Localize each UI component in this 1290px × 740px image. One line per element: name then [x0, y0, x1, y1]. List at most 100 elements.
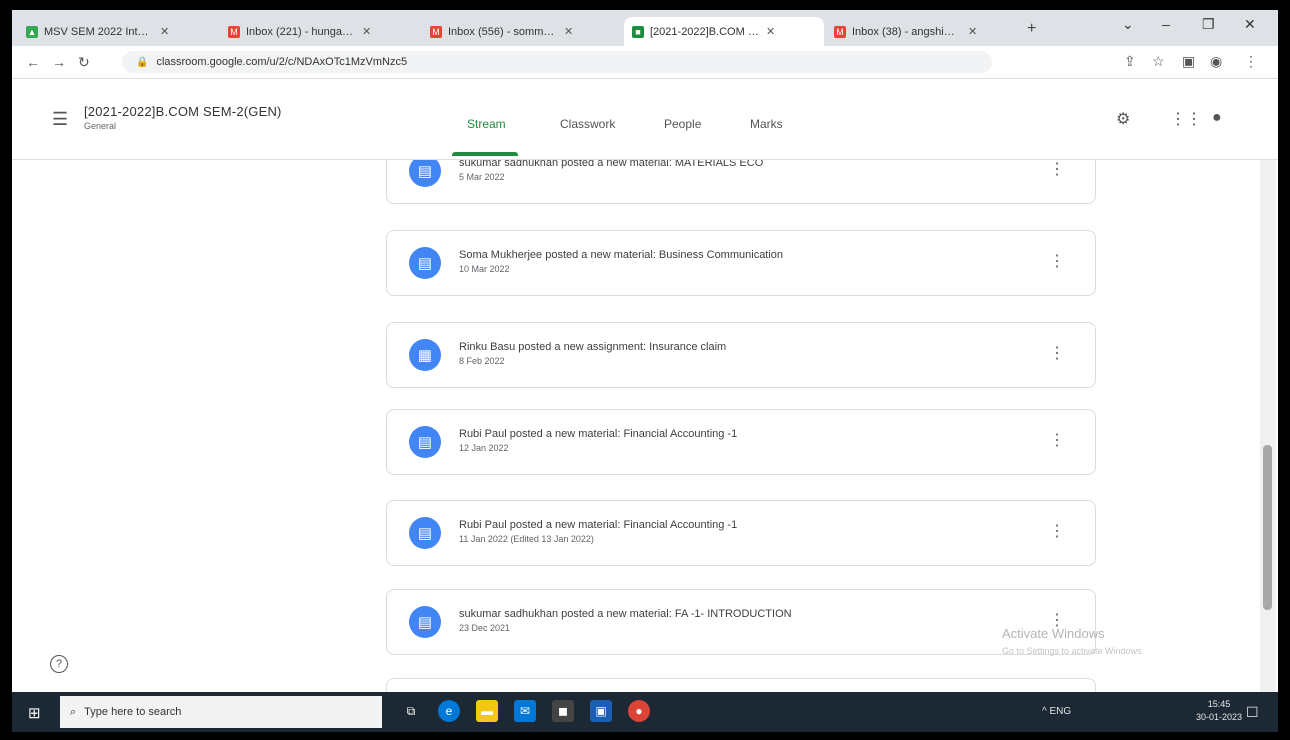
bookmark-star-icon[interactable]: ☆	[1152, 53, 1165, 70]
help-icon[interactable]: ?	[50, 655, 68, 673]
tab-title: Inbox (556) - sommasudh	[448, 25, 558, 38]
page-scrollbar[interactable]	[1260, 160, 1276, 692]
profile-icon[interactable]: ◉	[1210, 53, 1222, 70]
notification-icon[interactable]: ☐	[1246, 704, 1259, 721]
clock-date: 30-01-2023	[1196, 712, 1243, 722]
active-tab-indicator	[452, 152, 518, 156]
stream-item-date: 23 Dec 2021	[459, 623, 511, 633]
search-icon: ⌕	[70, 705, 77, 718]
close-icon[interactable]: ✕	[766, 25, 775, 38]
material-icon: ▤	[409, 517, 441, 549]
tab-title: Inbox (38) - angshi@classr	[852, 25, 962, 38]
tab-people[interactable]: People	[664, 117, 701, 131]
stream-item[interactable]: ▤ sukumar sadhukhan posted a new materia…	[386, 589, 1096, 655]
material-icon: ▤	[409, 426, 441, 458]
url-text: classroom.google.com/u/2/c/NDAxOTc1MzVmN…	[156, 56, 408, 68]
stream-item-date: 5 Mar 2022	[459, 172, 505, 182]
browser-tab-4-active[interactable]: ■ [2021-2022]B.COM SEM-2(G ✕	[624, 17, 824, 46]
drive-icon: ▲	[26, 25, 38, 38]
activate-windows-watermark: Activate Windows	[1002, 626, 1105, 641]
more-options-icon[interactable]: ⋮	[1049, 160, 1065, 179]
taskbar-search-box[interactable]: ⌕ Type here to search	[60, 696, 382, 728]
gmail-icon: M	[228, 25, 240, 38]
gmail-icon: M	[834, 25, 846, 38]
store-icon[interactable]: ◼	[552, 700, 574, 722]
close-window-icon[interactable]: ✕	[1244, 16, 1256, 33]
more-options-icon[interactable]: ⋮	[1049, 430, 1065, 450]
close-icon[interactable]: ✕	[564, 25, 573, 38]
windows-start-icon[interactable]: ⊞	[28, 704, 41, 722]
close-icon[interactable]: ✕	[160, 25, 169, 38]
share-icon[interactable]: ⇪	[1124, 53, 1136, 70]
stream-item[interactable]: ▤ Rubi Paul posted a new material: Finan…	[386, 500, 1096, 566]
stream-item-date: 11 Jan 2022 (Edited 13 Jan 2022)	[459, 534, 594, 544]
activate-windows-hint: Go to Settings to activate Windows.	[1002, 646, 1145, 656]
mail-icon[interactable]: ✉	[514, 700, 536, 722]
tab-marks[interactable]: Marks	[750, 117, 783, 131]
material-icon: ▤	[409, 606, 441, 638]
account-avatar-icon[interactable]: ●	[1212, 109, 1222, 127]
gmail-icon: M	[430, 25, 442, 38]
tab-title: [2021-2022]B.COM SEM-2(G	[650, 25, 760, 38]
new-tab-button[interactable]: +	[1027, 20, 1036, 38]
taskbar-clock[interactable]: 15:45 30-01-2023	[1196, 698, 1242, 724]
stream-item-title: Rinku Basu posted a new assignment: Insu…	[459, 341, 727, 353]
file-explorer-icon[interactable]: ▬	[476, 700, 498, 722]
back-icon[interactable]: ←	[26, 54, 40, 70]
extension-icon[interactable]: ▣	[1182, 53, 1195, 70]
tab-search-icon[interactable]: ⌄	[1122, 16, 1134, 33]
close-icon[interactable]: ✕	[362, 25, 371, 38]
search-placeholder: Type here to search	[84, 706, 182, 718]
windows-taskbar: ⊞ ⌕ Type here to search ⧉ e ▬ ✉ ◼ ▣ ● ^ …	[12, 692, 1278, 732]
apps-grid-icon[interactable]: ⋮⋮	[1170, 109, 1202, 129]
more-options-icon[interactable]: ⋮	[1049, 251, 1065, 271]
stream-item-date: 10 Mar 2022	[459, 264, 510, 274]
maximize-icon[interactable]: ❐	[1202, 16, 1215, 33]
stream-item-title: Rubi Paul posted a new material: Financi…	[459, 428, 738, 440]
more-options-icon[interactable]: ⋮	[1049, 343, 1065, 363]
browser-toolbar: ← → ↻ 🔒 classroom.google.com/u/2/c/NDAxO…	[12, 46, 1278, 79]
system-tray[interactable]: ^ ENG	[1042, 706, 1071, 717]
more-options-icon[interactable]: ⋮	[1049, 521, 1065, 541]
tab-title: MSV SEM 2022 Internal - T	[44, 25, 154, 38]
assignment-icon: ▦	[409, 339, 441, 371]
hamburger-menu-icon[interactable]: ☰	[52, 109, 68, 130]
stream-item-title: sukumar sadhukhan posted a new material:…	[459, 160, 764, 169]
settings-gear-icon[interactable]: ⚙	[1116, 109, 1130, 129]
material-icon: ▤	[409, 160, 441, 187]
classroom-header: ☰ [2021-2022]B.COM SEM-2(GEN) General St…	[12, 79, 1278, 160]
tab-stream[interactable]: Stream	[467, 117, 506, 131]
screen: ▲ MSV SEM 2022 Internal - T ✕ M Inbox (2…	[12, 10, 1278, 732]
forward-icon[interactable]: →	[52, 54, 66, 70]
stream-item[interactable]: ▦ Rinku Basu posted a new assignment: In…	[386, 322, 1096, 388]
clock-time: 15:45	[1207, 699, 1231, 709]
stream-item[interactable]: ▤ sukumar sadhukhan posted a new materia…	[386, 160, 1096, 204]
address-bar[interactable]: 🔒 classroom.google.com/u/2/c/NDAxOTc1MzV…	[122, 51, 992, 73]
course-section: General	[84, 121, 117, 131]
lock-icon: 🔒	[136, 56, 149, 68]
tab-classwork[interactable]: Classwork	[560, 117, 615, 131]
stream-feed: ▤ sukumar sadhukhan posted a new materia…	[12, 160, 1278, 692]
classroom-icon: ■	[632, 25, 644, 38]
stream-item-partial[interactable]: ▤	[386, 678, 1096, 692]
close-icon[interactable]: ✕	[968, 25, 977, 38]
browser-tab-5[interactable]: M Inbox (38) - angshi@classr ✕	[826, 17, 1022, 46]
browser-menu-icon[interactable]: ⋮	[1244, 53, 1258, 70]
tab-title: Inbox (221) - hungarik@classr	[246, 25, 356, 38]
stream-item-title: Rubi Paul posted a new material: Financi…	[459, 519, 738, 531]
scrollbar-thumb[interactable]	[1263, 445, 1272, 610]
reload-icon[interactable]: ↻	[78, 54, 90, 71]
material-icon: ▤	[409, 247, 441, 279]
minimize-icon[interactable]: –	[1162, 16, 1170, 32]
browser-tab-2[interactable]: M Inbox (221) - hungarik@classr ✕	[220, 17, 420, 46]
stream-item[interactable]: ▤ Soma Mukherjee posted a new material: …	[386, 230, 1096, 296]
course-title[interactable]: [2021-2022]B.COM SEM-2(GEN)	[84, 104, 282, 119]
stream-item-title: Soma Mukherjee posted a new material: Bu…	[459, 249, 784, 261]
browser-tab-1[interactable]: ▲ MSV SEM 2022 Internal - T ✕	[18, 17, 218, 46]
edge-browser-icon[interactable]: e	[438, 700, 460, 722]
stream-item[interactable]: ▤ Rubi Paul posted a new material: Finan…	[386, 409, 1096, 475]
photos-icon[interactable]: ▣	[590, 700, 612, 722]
browser-tab-3[interactable]: M Inbox (556) - sommasudh ✕	[422, 17, 622, 46]
chrome-icon[interactable]: ●	[628, 700, 650, 722]
task-view-icon[interactable]: ⧉	[400, 700, 422, 722]
